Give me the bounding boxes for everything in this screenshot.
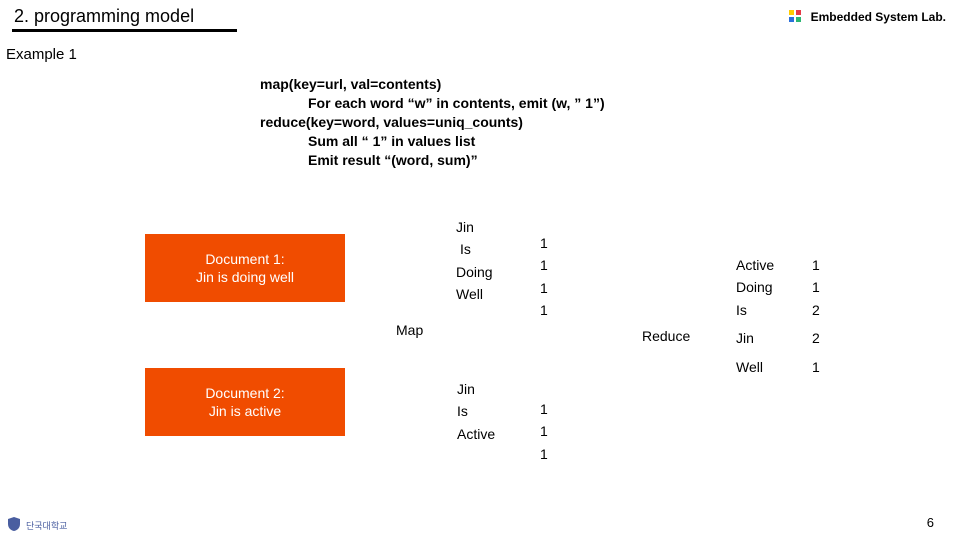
word: Active	[457, 423, 495, 445]
pseudo-line: map(key=url, val=contents)	[260, 75, 960, 94]
out-count: 1	[812, 356, 820, 378]
emit-words-doc1: Jin Is Doing Well	[456, 216, 493, 306]
pseudo-line: reduce(key=word, values=uniq_counts)	[260, 113, 960, 132]
emit-words-doc2: Jin Is Active	[457, 378, 495, 445]
count: 1	[540, 398, 548, 420]
word: Doing	[456, 261, 493, 283]
emit-counts-doc2: 1 1 1	[540, 398, 548, 465]
example-label: Example 1	[6, 46, 960, 63]
lab-brand: Embedded System Lab.	[787, 8, 946, 26]
page-number: 6	[927, 515, 934, 530]
count: 1	[540, 443, 548, 465]
count: 1	[540, 420, 548, 442]
out-count: 2	[812, 299, 820, 321]
reduce-label: Reduce	[642, 328, 690, 344]
mapreduce-diagram: Document 1: Jin is doing well Document 2…	[0, 210, 960, 510]
doc-body: Jin is active	[149, 402, 341, 420]
out-word: Is	[736, 299, 774, 321]
out-word: Active	[736, 254, 774, 276]
emit-counts-doc1: 1 1 1 1	[540, 232, 548, 322]
lab-logo-icon	[787, 8, 805, 26]
title-underline	[12, 29, 237, 32]
out-count: 1	[812, 254, 820, 276]
document-2-box: Document 2: Jin is active	[145, 368, 345, 436]
word: Jin	[456, 216, 493, 238]
reduce-out-words: Active Doing Is Jin Well	[736, 254, 774, 378]
lab-name: Embedded System Lab.	[811, 10, 946, 24]
word: Is	[457, 400, 495, 422]
doc-title: Document 2:	[149, 384, 341, 402]
count: 1	[540, 254, 548, 276]
section-title: 2. programming model	[14, 6, 194, 27]
shield-icon	[6, 516, 22, 534]
word: Well	[456, 283, 493, 305]
pseudo-line: Sum all “ 1” in values list	[260, 132, 475, 151]
count: 1	[540, 232, 548, 254]
out-word: Jin	[736, 327, 774, 349]
count: 1	[540, 277, 548, 299]
word: Jin	[457, 378, 495, 400]
reduce-out-counts: 1 1 2 2 1	[812, 254, 820, 378]
word: Is	[456, 238, 471, 260]
out-count: 2	[812, 327, 820, 349]
university-logo: 단국대학교	[6, 516, 67, 534]
out-word: Doing	[736, 276, 774, 298]
university-name: 단국대학교	[26, 519, 67, 532]
out-count: 1	[812, 276, 820, 298]
out-word: Well	[736, 356, 774, 378]
pseudo-line: Emit result “(word, sum)”	[260, 151, 478, 170]
document-1-box: Document 1: Jin is doing well	[145, 234, 345, 302]
map-label: Map	[396, 322, 423, 338]
pseudo-line: For each word “w” in contents, emit (w, …	[260, 94, 605, 113]
doc-body: Jin is doing well	[149, 268, 341, 286]
pseudocode-block: map(key=url, val=contents) For each word…	[260, 75, 960, 169]
count: 1	[540, 299, 548, 321]
doc-title: Document 1:	[149, 250, 341, 268]
